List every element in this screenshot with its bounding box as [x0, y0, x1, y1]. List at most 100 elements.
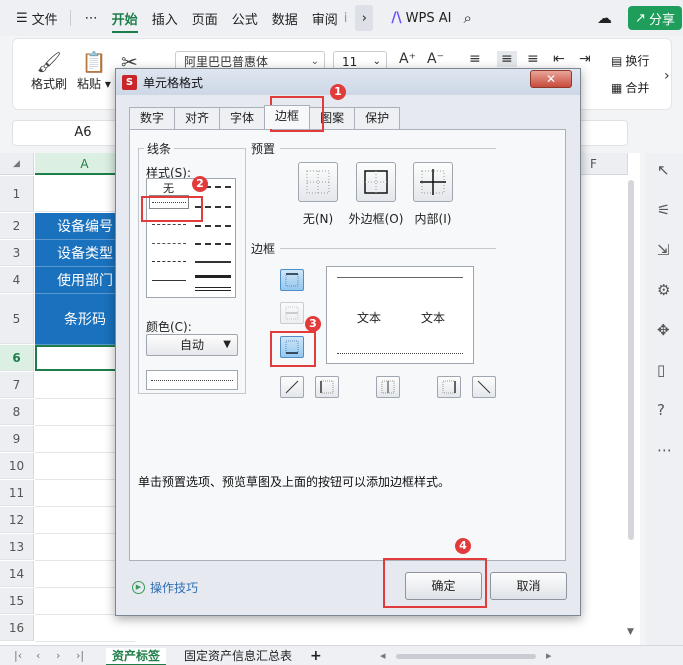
- vertical-scrollbar[interactable]: [628, 180, 634, 540]
- wps-ai-logo-icon: /\: [391, 10, 402, 26]
- sheet-tab-fixed-assets[interactable]: 固定资产信息汇总表: [184, 648, 292, 665]
- border-inside-vertical-button[interactable]: [376, 376, 400, 398]
- tab-insert[interactable]: 插入: [152, 9, 178, 28]
- paste-button[interactable]: 📋 粘贴 ▾: [77, 49, 111, 92]
- line-style-medium-dashed[interactable]: [195, 225, 231, 227]
- prev-sheet-icon[interactable]: ‹: [36, 649, 40, 662]
- tab-font[interactable]: 字体: [219, 107, 266, 129]
- last-sheet-icon[interactable]: ›|: [76, 649, 84, 662]
- indent-decrease-icon[interactable]: ⇤: [553, 51, 565, 67]
- row-header-6[interactable]: 6: [0, 345, 34, 371]
- select-all-corner[interactable]: ◢: [0, 153, 34, 175]
- help-icon[interactable]: ?: [657, 401, 665, 419]
- cell-a16[interactable]: [35, 615, 135, 642]
- border-preview-area[interactable]: 文本 文本: [326, 266, 474, 364]
- row-header-13[interactable]: 13: [0, 534, 34, 560]
- row-header-14[interactable]: 14: [0, 561, 34, 587]
- border-left-button[interactable]: [315, 376, 339, 398]
- search-icon[interactable]: ⌕: [463, 9, 471, 27]
- more-menu-button[interactable]: ⋯: [85, 11, 98, 26]
- scroll-down-icon[interactable]: ▼: [627, 627, 634, 637]
- ribbon-expand-icon[interactable]: ›: [664, 68, 670, 84]
- preset-outline-button[interactable]: [356, 162, 396, 202]
- next-sheet-icon[interactable]: ›: [56, 649, 60, 662]
- row-header-5[interactable]: 5: [0, 294, 34, 344]
- first-sheet-icon[interactable]: |‹: [14, 649, 22, 662]
- add-sheet-button[interactable]: +: [310, 648, 322, 665]
- row-header-10[interactable]: 10: [0, 453, 34, 479]
- line-style-double[interactable]: [195, 287, 231, 291]
- cursor-select-icon[interactable]: ↖: [657, 161, 670, 179]
- chart-settings-icon[interactable]: ⚙: [657, 281, 670, 299]
- tab-data[interactable]: 数据: [272, 9, 298, 28]
- row-header-3[interactable]: 3: [0, 240, 34, 266]
- align-center-icon[interactable]: ≡: [497, 51, 517, 67]
- horizontal-scrollbar[interactable]: [396, 654, 536, 659]
- tab-page[interactable]: 页面: [192, 9, 218, 28]
- cancel-button[interactable]: 取消: [490, 572, 567, 600]
- tools-icon[interactable]: ✥: [657, 321, 670, 339]
- increase-font-icon[interactable]: A⁺: [399, 51, 416, 67]
- line-style-dotted[interactable]: [152, 224, 186, 225]
- preset-inside-label[interactable]: 内部(I): [408, 210, 458, 227]
- border-right-button[interactable]: [437, 376, 461, 398]
- line-style-thin[interactable]: [152, 280, 186, 281]
- row-header-2[interactable]: 2: [0, 213, 34, 239]
- book-icon[interactable]: ▯: [657, 361, 665, 379]
- preset-none-label[interactable]: 无(N): [298, 210, 338, 227]
- tab-overflow[interactable]: ⅰ: [344, 11, 348, 26]
- line-style-thick[interactable]: [195, 275, 231, 278]
- tab-border[interactable]: 边框: [264, 105, 311, 129]
- dialog-title-bar[interactable]: S 单元格格式 ✕: [116, 69, 580, 95]
- tab-number[interactable]: 数字: [129, 107, 176, 129]
- row-header-4[interactable]: 4: [0, 267, 34, 293]
- preset-inside-button[interactable]: [413, 162, 453, 202]
- row-header-9[interactable]: 9: [0, 426, 34, 452]
- close-button[interactable]: ✕: [530, 70, 572, 88]
- merge-cells-button[interactable]: ▦ 合并: [611, 79, 649, 96]
- file-menu[interactable]: 文件: [32, 9, 58, 28]
- preset-none-button[interactable]: [298, 162, 338, 202]
- row-header-15[interactable]: 15: [0, 588, 34, 614]
- wrap-text-button[interactable]: ▤ 换行: [611, 52, 649, 69]
- export-icon[interactable]: ⇲: [657, 241, 670, 259]
- format-painter-button[interactable]: 🖌 格式刷: [31, 49, 67, 92]
- tab-protection[interactable]: 保护: [354, 107, 401, 129]
- tab-review[interactable]: 审阅: [312, 9, 338, 28]
- decrease-font-icon[interactable]: A⁻: [427, 51, 444, 67]
- row-header-1[interactable]: 1: [0, 176, 34, 212]
- border-inside-horizontal-button[interactable]: [280, 302, 304, 324]
- line-style-none[interactable]: 无: [163, 180, 174, 196]
- sliders-icon[interactable]: ⚟: [657, 201, 670, 219]
- line-style-dash-dot[interactable]: [152, 261, 186, 262]
- tab-alignment[interactable]: 对齐: [174, 107, 221, 129]
- tab-formula[interactable]: 公式: [232, 9, 258, 28]
- line-style-dash-dot-dot[interactable]: [152, 243, 186, 244]
- sheet-tab-asset-label[interactable]: 资产标签: [106, 648, 167, 665]
- preset-outline-label[interactable]: 外边框(O): [344, 210, 408, 227]
- cloud-sync-icon[interactable]: ☁: [597, 9, 612, 27]
- row-header-12[interactable]: 12: [0, 507, 34, 533]
- indent-increase-icon[interactable]: ⇥: [579, 51, 591, 67]
- border-top-button[interactable]: [280, 269, 304, 291]
- row-header-16[interactable]: 16: [0, 615, 34, 641]
- more-options-icon[interactable]: ⋯: [657, 441, 672, 459]
- file-menu-icon[interactable]: ☰: [16, 11, 28, 26]
- wps-ai-button[interactable]: /\ WPS AI: [391, 10, 451, 26]
- chevron-right-icon[interactable]: ›: [355, 5, 374, 31]
- line-style-dash-dot-medium[interactable]: [195, 243, 231, 245]
- line-style-medium[interactable]: [195, 261, 231, 263]
- scroll-left-icon[interactable]: ◂: [380, 649, 386, 662]
- tips-link[interactable]: ▶ 操作技巧: [132, 579, 198, 596]
- scroll-right-icon[interactable]: ▸: [546, 649, 552, 662]
- border-diagonal-down-button[interactable]: [472, 376, 496, 398]
- share-button[interactable]: ↗ 分享: [628, 6, 682, 30]
- tab-home[interactable]: 开始: [111, 9, 138, 33]
- row-header-7[interactable]: 7: [0, 372, 34, 398]
- align-left-icon[interactable]: ≡: [469, 51, 481, 67]
- align-right-icon[interactable]: ≡: [527, 51, 539, 67]
- border-diagonal-up-button[interactable]: [280, 376, 304, 398]
- line-color-dropdown[interactable]: 自动 ▼: [146, 334, 238, 356]
- row-header-8[interactable]: 8: [0, 399, 34, 425]
- row-header-11[interactable]: 11: [0, 480, 34, 506]
